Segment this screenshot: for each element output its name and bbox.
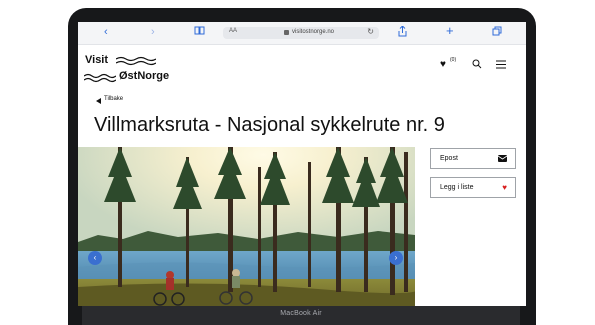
back-link[interactable]: Tilbake	[104, 96, 123, 102]
reader-aa[interactable]: AA	[229, 28, 237, 34]
tabs-icon[interactable]	[492, 26, 502, 40]
logo-waves-bottom-icon	[84, 73, 116, 83]
browser-toolbar: ‹ › AA visitostnorge.no ↻ +	[78, 22, 526, 45]
back-icon[interactable]: ‹	[104, 26, 108, 39]
logo-visit-text[interactable]: Visit	[85, 54, 108, 66]
carousel-prev-button[interactable]: ‹	[88, 251, 102, 265]
favorites-count: (0)	[450, 57, 457, 63]
url-text: visitostnorge.no	[292, 29, 335, 35]
email-button[interactable]: Epost	[430, 148, 516, 169]
forward-icon[interactable]: ›	[151, 26, 155, 39]
page-title: Villmarksruta - Nasjonal sykkelrute nr. …	[94, 114, 445, 136]
add-to-list-label: Legg i liste	[440, 184, 474, 191]
plus-icon[interactable]: +	[446, 24, 454, 37]
add-to-list-button[interactable]: Legg i liste ♥	[430, 177, 516, 198]
carousel-next-button[interactable]: ›	[389, 251, 403, 265]
email-button-label: Epost	[440, 155, 458, 162]
laptop-chin: MacBook Air	[82, 306, 520, 325]
favorites-heart-icon[interactable]: ♥	[440, 59, 446, 70]
menu-icon[interactable]	[496, 60, 506, 69]
hero-image: ‹ ›	[78, 147, 415, 306]
back-arrow-icon[interactable]	[96, 98, 101, 104]
heart-icon: ♥	[502, 183, 507, 192]
share-icon[interactable]	[398, 25, 407, 41]
logo-waves-top-icon	[116, 56, 156, 66]
book-icon[interactable]	[194, 26, 205, 39]
search-icon[interactable]	[472, 59, 482, 69]
reload-icon[interactable]: ↻	[367, 27, 374, 36]
lock-icon	[284, 30, 289, 35]
logo-name-text[interactable]: ØstNorge	[119, 70, 169, 82]
envelope-icon	[497, 154, 508, 164]
browser-screen: ‹ › AA visitostnorge.no ↻ + Visit ØstNor…	[78, 22, 526, 306]
device-label: MacBook Air	[280, 310, 322, 317]
address-bar[interactable]: AA visitostnorge.no ↻	[223, 27, 379, 39]
